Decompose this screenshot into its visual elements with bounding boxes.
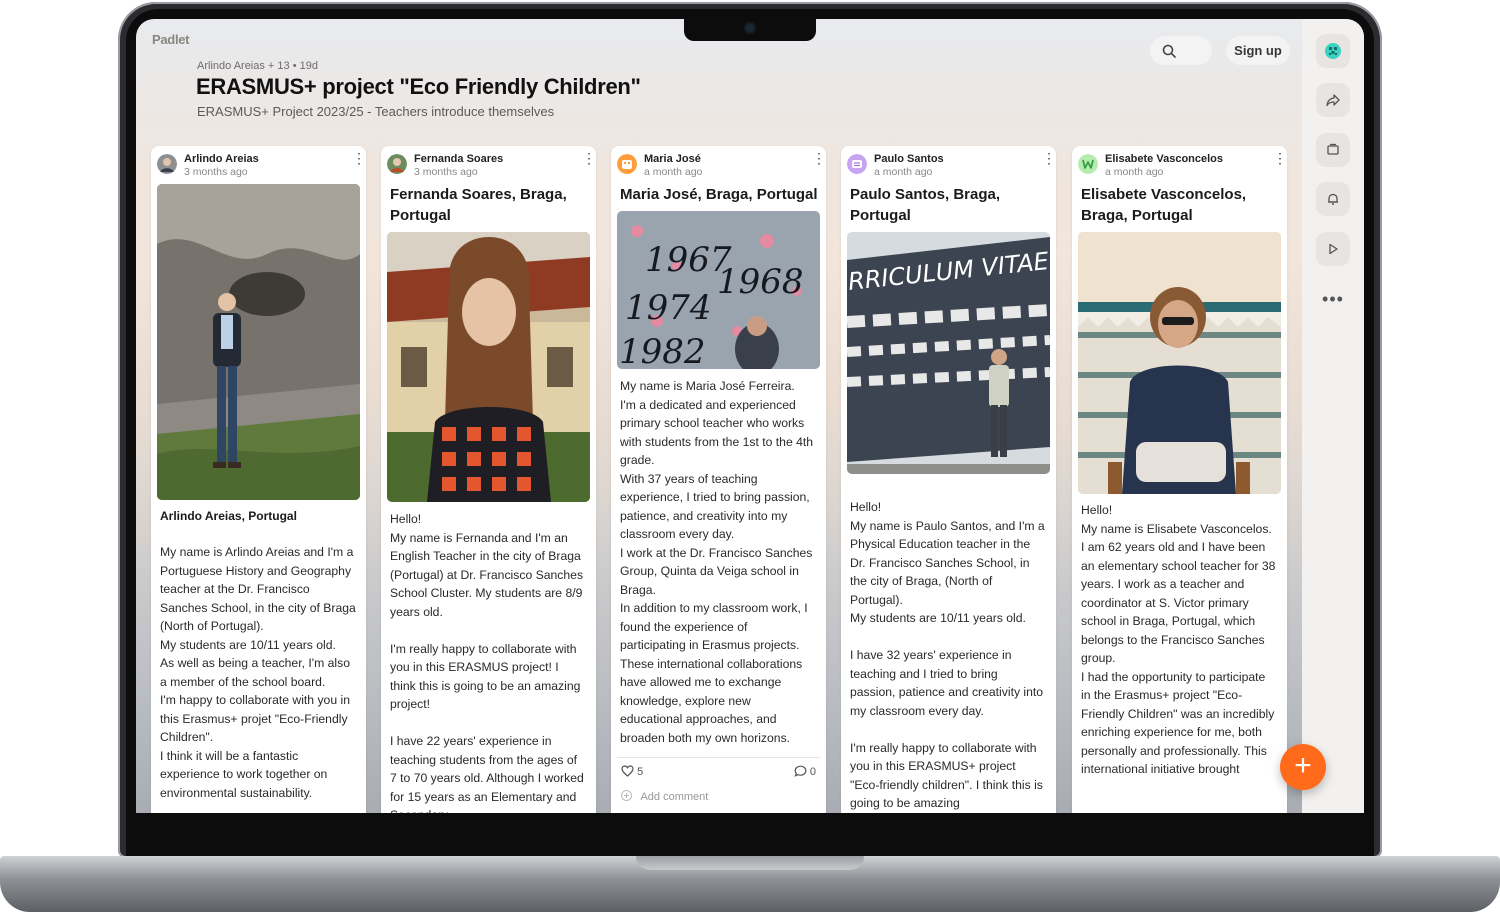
like-button[interactable]: 5 <box>621 765 643 778</box>
board-author-line: Arlindo Areias + 13 • 19d <box>197 60 318 72</box>
avatar[interactable] <box>847 154 867 174</box>
comment-icon <box>794 765 807 777</box>
share-icon <box>1326 94 1340 107</box>
post-title: Fernanda Soares, Braga, Portugal <box>390 186 567 224</box>
play-button[interactable] <box>1316 232 1350 266</box>
post-body: My name is Maria José Ferreira. I'm a de… <box>620 379 814 745</box>
heart-icon <box>621 765 634 777</box>
post-caption: Arlindo Areias, Portugal <box>160 509 297 523</box>
avatar[interactable] <box>617 154 637 174</box>
post-footer: 5 0 Add comment <box>617 757 820 803</box>
post-header: Elisabete Vasconcelos a month ago ⋮ <box>1078 151 1287 179</box>
author-name[interactable]: Paulo Santos <box>874 153 944 165</box>
post-timestamp: a month ago <box>644 166 703 178</box>
post-card[interactable]: Maria José a month ago ⋮ Maria José, Bra… <box>611 146 826 813</box>
post-body: My name is Arlindo Areias and I'm a Port… <box>160 545 356 800</box>
post-header: Paulo Santos a month ago ⋮ <box>847 151 1056 179</box>
post-menu-icon[interactable]: ⋮ <box>1042 151 1056 171</box>
post-image[interactable] <box>157 184 360 500</box>
camera-notch <box>684 19 816 41</box>
add-icon <box>621 790 632 801</box>
laptop-base <box>0 856 1500 912</box>
notifications-button[interactable] <box>1316 182 1350 216</box>
post-image[interactable]: 1967 1968 1974 1982 <box>617 211 820 369</box>
post-body: Hello! My name is Elisabete Vasconcelos.… <box>1081 503 1276 776</box>
screen: Padlet Arlindo Areias + 13 • 19d ERASMUS… <box>136 19 1364 813</box>
post-timestamp: a month ago <box>874 166 933 178</box>
post-card[interactable]: Paulo Santos a month ago ⋮ Paulo Santos,… <box>841 146 1056 813</box>
post-body: Hello! My name is Paulo Santos, and I'm … <box>850 500 1045 810</box>
avatar[interactable] <box>157 154 177 174</box>
author-name[interactable]: Arlindo Areias <box>184 153 259 165</box>
author-name[interactable]: Fernanda Soares <box>414 153 503 165</box>
board-title: ERASMUS+ project "Eco Friendly Children" <box>196 74 641 99</box>
like-count: 5 <box>637 766 644 778</box>
laptop-groove <box>636 856 864 870</box>
comment-button[interactable]: 0 <box>794 765 816 778</box>
post-menu-icon[interactable]: ⋮ <box>352 151 366 171</box>
wall-year: 1974 <box>625 288 712 328</box>
post-image[interactable] <box>1078 232 1281 494</box>
post-timestamp: 3 months ago <box>414 166 478 178</box>
padlet-logo[interactable]: Padlet <box>152 32 190 47</box>
post-card[interactable]: Fernanda Soares 3 months ago ⋮ Fernanda … <box>381 146 596 813</box>
search-button[interactable] <box>1150 36 1212 65</box>
slideshow-button[interactable] <box>1316 133 1350 167</box>
more-icon[interactable]: ••• <box>1316 289 1350 310</box>
post-image[interactable]: RRICULUM VITAE <box>847 232 1050 474</box>
post-card[interactable]: Arlindo Areias 3 months ago ⋮ Arlindo Ar… <box>151 146 366 813</box>
camera-icon <box>746 24 754 32</box>
avatar[interactable] <box>387 154 407 174</box>
add-comment-field[interactable]: Add comment <box>621 790 708 803</box>
wall-year: 1968 <box>717 262 804 302</box>
post-image[interactable] <box>387 232 590 502</box>
wall-year: 1982 <box>619 332 706 369</box>
remake-button[interactable] <box>1316 34 1350 68</box>
post-title: Elisabete Vasconcelos, Braga, Portugal <box>1081 186 1247 224</box>
side-rail: ••• <box>1302 19 1364 813</box>
add-comment-placeholder: Add comment <box>640 791 709 803</box>
add-post-button[interactable]: + <box>1280 744 1326 790</box>
post-header: Maria José a month ago ⋮ <box>617 151 826 179</box>
post-body: Hello! My name is Fernanda and I'm an En… <box>390 512 584 813</box>
author-name[interactable]: Elisabete Vasconcelos <box>1105 153 1223 165</box>
post-title: Maria José, Braga, Portugal <box>620 186 818 203</box>
board-subtitle: ERASMUS+ Project 2023/25 - Teachers intr… <box>197 104 555 119</box>
slideshow-icon <box>1327 143 1339 155</box>
post-timestamp: a month ago <box>1105 166 1164 178</box>
laptop-chin <box>126 813 1374 856</box>
post-timestamp: 3 months ago <box>184 166 248 178</box>
post-header: Fernanda Soares 3 months ago ⋮ <box>387 151 596 179</box>
comment-count: 0 <box>809 766 816 778</box>
post-menu-icon[interactable]: ⋮ <box>812 151 826 171</box>
post-menu-icon[interactable]: ⋮ <box>582 151 596 171</box>
post-title: Paulo Santos, Braga, Portugal <box>850 186 1001 224</box>
post-header: Arlindo Areias 3 months ago ⋮ <box>157 151 366 179</box>
remake-icon <box>1325 43 1341 59</box>
avatar[interactable] <box>1078 154 1098 174</box>
share-button[interactable] <box>1316 83 1350 117</box>
sign-up-button[interactable]: Sign up <box>1226 36 1290 65</box>
search-icon <box>1162 44 1176 58</box>
author-name[interactable]: Maria José <box>644 153 701 165</box>
play-icon <box>1329 243 1338 255</box>
post-menu-icon[interactable]: ⋮ <box>1273 151 1287 171</box>
post-card[interactable]: Elisabete Vasconcelos a month ago ⋮ Elis… <box>1072 146 1287 813</box>
notification-bell-icon <box>1328 193 1338 205</box>
